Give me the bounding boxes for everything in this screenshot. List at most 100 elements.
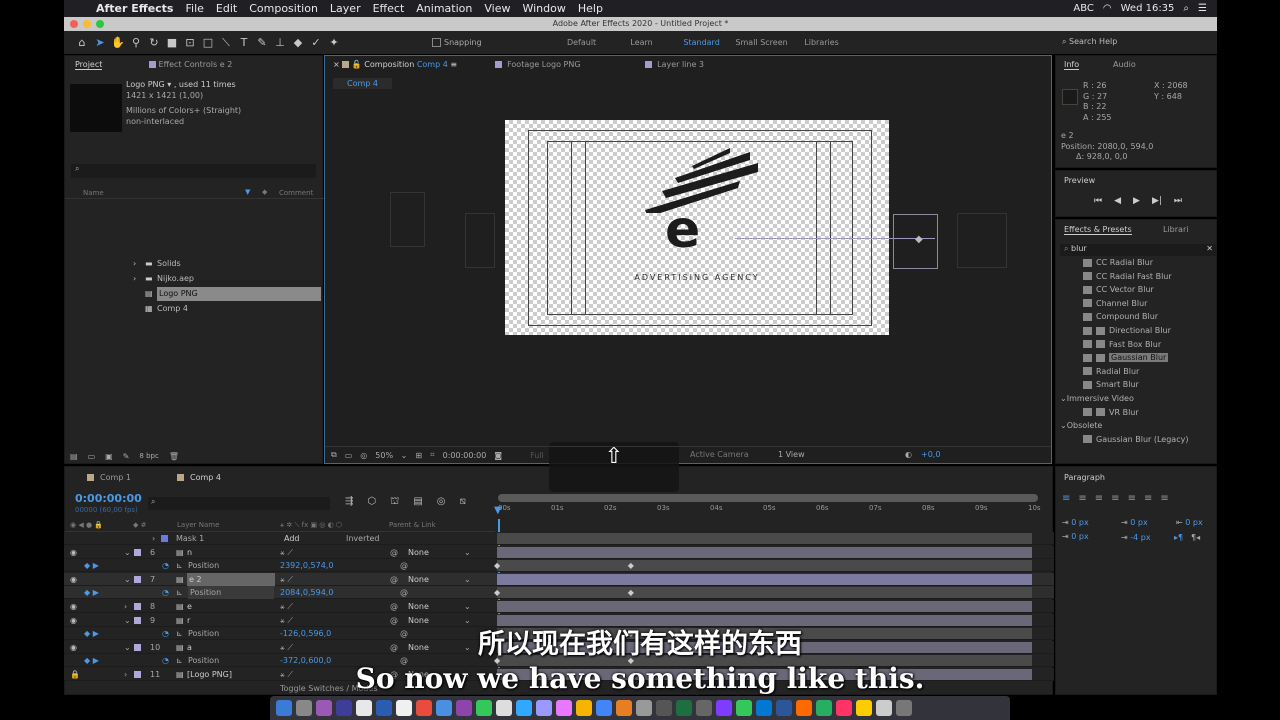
effect-item[interactable]: Gaussian Blur (Legacy) [1083, 434, 1188, 446]
first-frame-icon[interactable]: ⏮ [1094, 196, 1102, 206]
dock-app-icon[interactable] [616, 700, 632, 716]
clock[interactable]: Wed 16:35 [1121, 3, 1175, 14]
frame-blending-icon[interactable]: ▤ [413, 496, 422, 509]
workspace-standard[interactable]: Standard [672, 38, 732, 47]
dock-app-icon[interactable] [896, 700, 912, 716]
mask-mode-dropdown[interactable]: Add [284, 532, 300, 545]
space-before-field[interactable]: ⇥ 0 px [1062, 532, 1089, 541]
label-column-icon[interactable]: ◆ [262, 188, 267, 196]
dock-app-icon[interactable] [756, 700, 772, 716]
effect-item[interactable]: CC Vector Blur [1083, 284, 1154, 296]
layer-duration-bar[interactable] [497, 533, 1032, 544]
pan-behind-icon[interactable]: ⊡ [182, 36, 198, 49]
dock-app-icon[interactable] [416, 700, 432, 716]
clear-search-icon[interactable]: ✕ [1206, 244, 1213, 253]
align-right-icon[interactable]: ≡ [1095, 493, 1103, 504]
justify-left-icon[interactable]: ≡ [1111, 493, 1119, 504]
collapse-switch-icon[interactable]: ⚹ ⟋ [280, 546, 293, 559]
new-folder-icon[interactable]: ▭ [88, 452, 96, 461]
project-search-input[interactable]: ⌕ [71, 164, 316, 178]
chevron-down-icon[interactable]: ⌄ [1060, 421, 1067, 430]
puppet-pin-icon[interactable]: ✦ [326, 36, 342, 49]
tab-effect-controls[interactable]: Effect Controls e 2 [149, 60, 232, 69]
dock-app-icon[interactable] [456, 700, 472, 716]
play-icon[interactable]: ▶ [1133, 196, 1140, 206]
property-row[interactable]: ◆ ◆ ◆ ▶ ◔ ⊾ Position 2084,0,594,0 @ [64, 586, 1054, 600]
rotate-tool-icon[interactable]: ↻ [146, 36, 162, 49]
align-center-icon[interactable]: ≡ [1078, 493, 1086, 504]
effect-item[interactable]: Radial Blur [1083, 366, 1139, 378]
pen-tool-icon[interactable]: ⟍ [218, 36, 234, 50]
keyframe-icon[interactable]: ◆ [628, 586, 634, 599]
eye-icon[interactable]: ◉ [70, 546, 77, 559]
dock-app-icon[interactable] [556, 700, 572, 716]
effects-search-input[interactable]: ⌕ blur ✕ [1060, 244, 1216, 256]
last-frame-icon[interactable]: ⏭ [1174, 196, 1182, 206]
home-icon[interactable]: ⌂ [74, 36, 90, 49]
justify-center-icon[interactable]: ≡ [1128, 493, 1136, 504]
viewer-timecode[interactable]: 0:00:00:00 [443, 451, 487, 460]
effect-item[interactable]: Smart Blur [1083, 379, 1139, 391]
magnification-dropdown[interactable]: 50% ⌄ [375, 451, 407, 460]
camera-tool-icon[interactable]: ■ [164, 36, 180, 49]
tab-effects-presets[interactable]: Effects & Presets [1064, 225, 1132, 235]
dock-app-icon[interactable] [496, 700, 512, 716]
label-swatch[interactable] [134, 575, 141, 583]
brush-tool-icon[interactable]: ✎ [254, 36, 270, 49]
dock-app-icon[interactable] [296, 700, 312, 716]
expand-chevron-icon[interactable]: › [133, 257, 136, 271]
monitor-icon[interactable]: ▭ [345, 451, 353, 460]
menu-app[interactable]: After Effects [96, 2, 173, 15]
chevron-down-icon[interactable]: ⌄ [124, 573, 131, 586]
eraser-icon[interactable]: ◆ [290, 36, 306, 49]
effect-item[interactable]: Gaussian Blur [1083, 352, 1169, 364]
col-layer-name[interactable]: Layer Name [177, 519, 219, 532]
layer-row[interactable]: ◉ › 8 ▤ e ⚹ ⟋ @ None ⌄ [64, 600, 1054, 613]
chevron-down-icon[interactable]: ⌄ [464, 573, 471, 586]
minimize-window-button[interactable] [83, 20, 91, 28]
menu-list-icon[interactable]: ☰ [1198, 3, 1207, 14]
dock-app-icon[interactable] [396, 700, 412, 716]
tab-paragraph[interactable]: Paragraph [1064, 473, 1105, 482]
effect-item[interactable]: Directional Blur [1083, 325, 1171, 337]
effect-item[interactable]: Compound Blur [1083, 311, 1158, 323]
timeline-tab-comp-1[interactable]: Comp 1 [87, 473, 131, 482]
dock-app-icon[interactable] [676, 700, 692, 716]
indent-left-field[interactable]: ⇥ 0 px [1062, 518, 1089, 527]
roto-brush-icon[interactable]: ✓ [308, 36, 324, 49]
exposure-value[interactable]: +0,0 [921, 450, 940, 459]
grid-icon[interactable]: ⊞ [415, 451, 422, 460]
menu-view[interactable]: View [484, 2, 510, 15]
graph-editor-icon[interactable]: ⧅ [460, 496, 466, 509]
layer-duration-bar[interactable] [497, 546, 1032, 558]
resolution-dropdown[interactable]: Full [530, 451, 544, 460]
effect-item[interactable]: Channel Blur [1083, 298, 1147, 310]
effect-item[interactable]: Fast Box Blur [1083, 339, 1161, 351]
collapse-switch-icon[interactable]: ⚹ ⟋ [280, 600, 293, 613]
mask-color-swatch[interactable] [161, 535, 168, 542]
shy-icon[interactable]: ⛫ [390, 496, 399, 509]
dock-app-icon[interactable] [836, 700, 852, 716]
dock-app-icon[interactable] [576, 700, 592, 716]
effect-category[interactable]: ⌄Immersive Video [1060, 393, 1134, 405]
stopwatch-icon[interactable]: ◔ [162, 559, 169, 572]
mask-visibility-icon[interactable]: ⌗ [430, 450, 435, 460]
search-help-field[interactable]: ⌕ Search Help [1062, 37, 1214, 49]
pick-whip-icon[interactable]: @ [400, 586, 408, 599]
dock-app-icon[interactable] [436, 700, 452, 716]
effect-category[interactable]: ⌄Obsolete [1060, 420, 1102, 432]
dock-app-icon[interactable] [536, 700, 552, 716]
tab-libraries[interactable]: Librari [1163, 225, 1188, 234]
keyframe-icon[interactable]: ◆ [494, 586, 500, 599]
layer-name[interactable]: e [187, 600, 192, 613]
eye-icon[interactable]: ◉ [70, 573, 77, 586]
motion-blur-icon[interactable]: ◎ [437, 496, 446, 509]
chevron-down-icon[interactable]: ⌄ [124, 546, 131, 559]
comp-breadcrumb[interactable]: Comp 4 [333, 78, 392, 89]
chevron-down-icon[interactable]: ⌄ [464, 546, 471, 559]
col-name[interactable]: Name [83, 189, 104, 197]
spotlight-icon[interactable]: ⌕ [1183, 3, 1189, 14]
dock-app-icon[interactable] [776, 700, 792, 716]
mask-row[interactable]: › Mask 1 Add Inverted [64, 532, 1054, 545]
timeline-timecode[interactable]: 0:00:00:00 [75, 492, 142, 505]
